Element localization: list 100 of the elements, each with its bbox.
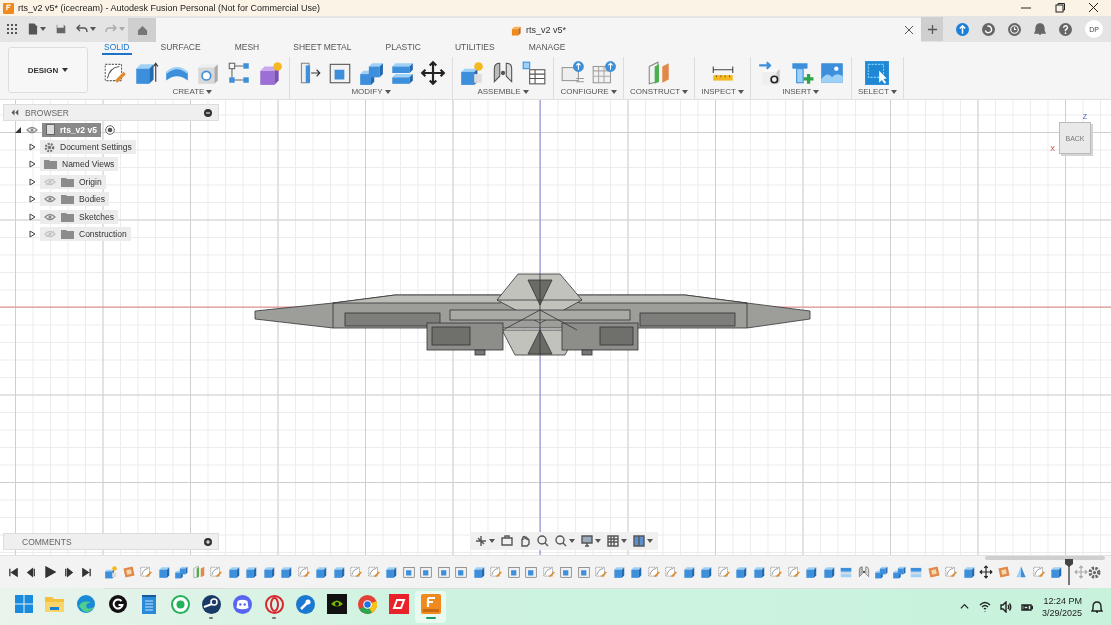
sync-icon[interactable]	[982, 22, 995, 36]
apps-grid-icon[interactable]	[6, 23, 18, 35]
viewports-icon[interactable]	[633, 535, 645, 547]
toolbar-tab[interactable]: SOLID	[102, 42, 132, 55]
two-cubes-icon[interactable]	[874, 564, 888, 579]
shell-icon[interactable]	[419, 564, 433, 579]
zoom-window-icon[interactable]	[555, 535, 567, 547]
sketch-icon[interactable]	[769, 564, 783, 579]
cube-icon[interactable]	[751, 564, 766, 579]
file-icon[interactable]	[27, 23, 38, 35]
skip-end-icon[interactable]	[81, 566, 92, 578]
home-icon[interactable]	[136, 24, 148, 36]
tree-item[interactable]: Named Views	[40, 157, 119, 172]
eye-icon[interactable]	[26, 125, 38, 134]
discord-icon[interactable]	[233, 594, 253, 614]
cube-icon[interactable]	[1049, 564, 1063, 579]
tool-group-menu[interactable]: CREATE	[172, 87, 213, 96]
settings-icon[interactable]	[1088, 565, 1101, 579]
toolbar-tab[interactable]: MANAGE	[526, 42, 568, 55]
collapsed-triangle-icon[interactable]	[29, 212, 36, 221]
timeline-marker[interactable]	[1064, 558, 1073, 585]
chrome-icon[interactable]	[358, 594, 378, 614]
notification-bell-icon[interactable]	[1091, 600, 1103, 613]
timeline-scrollbar[interactable]	[985, 556, 1105, 560]
cube-icon[interactable]	[699, 564, 713, 579]
mirror-icon[interactable]	[1014, 564, 1028, 579]
shell-icon[interactable]	[506, 564, 521, 579]
tool-group-menu[interactable]: CONFIGURE	[560, 87, 617, 96]
home-tab[interactable]	[128, 18, 156, 42]
two-cubes-icon[interactable]	[174, 564, 188, 579]
cube-icon[interactable]	[821, 564, 836, 579]
cube-icon[interactable]	[961, 564, 976, 579]
cube-icon[interactable]	[471, 564, 486, 579]
collapsed-triangle-icon[interactable]	[29, 230, 36, 239]
shell-icon[interactable]	[524, 564, 538, 579]
workspace-dropdown[interactable]: DESIGN	[8, 47, 88, 93]
shell-icon[interactable]	[436, 564, 451, 579]
sketch-icon[interactable]	[944, 564, 958, 579]
toolbar-tab[interactable]: PLASTIC	[383, 42, 423, 55]
sketch-icon[interactable]	[139, 564, 153, 579]
chevron-up-icon[interactable]	[958, 601, 970, 612]
play-icon[interactable]	[44, 566, 56, 578]
collapsed-triangle-icon[interactable]	[29, 160, 36, 169]
bell-icon[interactable]	[1034, 23, 1046, 35]
sketch-icon[interactable]	[349, 564, 363, 579]
new-tab-button[interactable]	[921, 17, 943, 41]
help-icon[interactable]	[1059, 22, 1072, 36]
document-tab[interactable]: rts_v2 v5*	[156, 18, 921, 42]
clock[interactable]: 12:24 PM 3/29/2025	[1041, 594, 1082, 619]
zoom-icon[interactable]	[537, 535, 549, 547]
stacked-slabs-icon[interactable]	[389, 60, 415, 86]
skip-start-icon[interactable]	[8, 566, 19, 578]
close-tab-icon[interactable]	[905, 26, 913, 34]
cube-icon[interactable]	[681, 564, 696, 579]
orbit-icon[interactable]	[475, 535, 487, 547]
configure-table-icon[interactable]	[591, 60, 617, 86]
expanded-triangle-icon[interactable]	[15, 125, 22, 134]
cube-icon[interactable]	[279, 564, 293, 579]
tool-group-menu[interactable]: SELECT	[857, 87, 897, 96]
tree-item[interactable]: Construction	[40, 227, 131, 242]
table-icon[interactable]	[521, 60, 547, 86]
undo-icon[interactable]	[76, 23, 88, 35]
cube-icon[interactable]	[611, 564, 626, 579]
tool-group-menu[interactable]: INSPECT	[701, 87, 744, 96]
eye-icon[interactable]	[44, 195, 56, 204]
fusion-app-icon[interactable]	[420, 594, 441, 614]
toolbar-tab[interactable]: UTILITIES	[452, 42, 497, 55]
save-icon[interactable]	[55, 23, 67, 35]
cube-icon[interactable]	[734, 564, 748, 579]
edge-icon[interactable]	[77, 595, 96, 613]
display-icon[interactable]	[581, 535, 593, 547]
cube-icon[interactable]	[261, 564, 276, 579]
toolbar-tab[interactable]: MESH	[232, 42, 262, 55]
opera-icon[interactable]	[264, 594, 284, 614]
image-icon[interactable]	[818, 60, 845, 86]
grid-icon[interactable]	[607, 535, 619, 547]
plus-circle-icon[interactable]	[204, 537, 212, 546]
steam-icon[interactable]	[201, 594, 221, 614]
volume-icon[interactable]	[999, 600, 1012, 613]
tool-group-menu[interactable]: MODIFY	[351, 87, 391, 96]
tool-group-menu[interactable]: ASSEMBLE	[477, 87, 529, 96]
toolbar-tab[interactable]: SURFACE	[158, 42, 203, 55]
look-at-icon[interactable]	[501, 535, 513, 547]
move-arrows-icon[interactable]	[979, 564, 993, 579]
tree-item[interactable]: Origin	[40, 174, 106, 189]
chat-bubble-icon[interactable]	[170, 594, 190, 614]
linked-box-icon[interactable]	[756, 60, 783, 86]
tree-item[interactable]: Sketches	[40, 209, 118, 224]
cube-icon[interactable]	[226, 564, 241, 579]
sketch-icon[interactable]	[209, 564, 223, 579]
sketch-icon[interactable]	[664, 564, 678, 579]
windows-icon[interactable]	[14, 595, 33, 613]
cube-icon[interactable]	[629, 564, 643, 579]
eye-icon[interactable]	[44, 212, 56, 221]
cube-icon[interactable]	[331, 564, 346, 579]
dash-icon[interactable]	[389, 594, 410, 614]
move-arrows-icon[interactable]	[420, 60, 446, 86]
folder-icon[interactable]	[45, 596, 65, 612]
nvidia-icon[interactable]	[326, 594, 347, 614]
pattern-icon[interactable]	[226, 60, 252, 86]
